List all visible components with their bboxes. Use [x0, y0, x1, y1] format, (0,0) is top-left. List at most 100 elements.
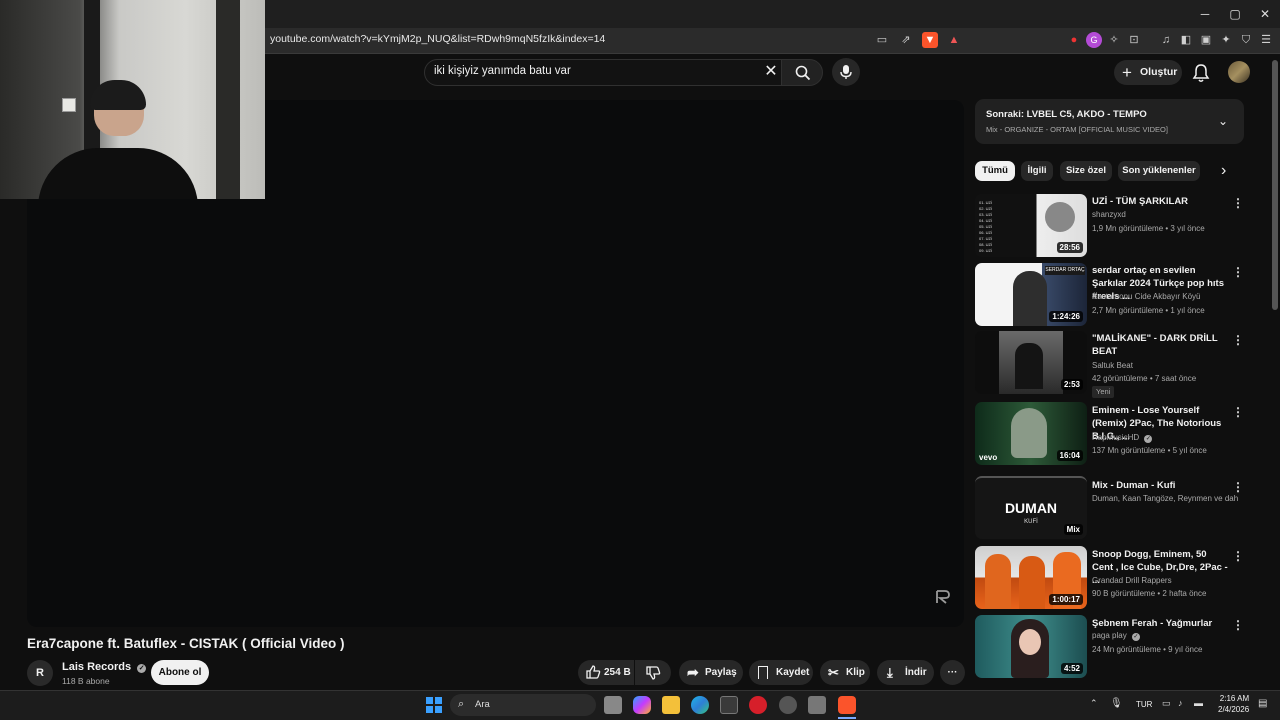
next-up-text: Sonraki: LVBEL C5, AKDO - TEMPO	[986, 109, 1147, 120]
chip-for-you[interactable]: Size özel	[1060, 161, 1112, 181]
extension-icon[interactable]: G	[1086, 32, 1102, 48]
more-vert-icon[interactable]: ⋮	[1232, 196, 1244, 210]
notification-center-icon[interactable]: ▤	[1258, 698, 1267, 709]
channel-avatar[interactable]: R	[27, 660, 53, 686]
playlist-next-card[interactable]	[975, 99, 1244, 144]
voice-search-button[interactable]	[832, 58, 860, 86]
subscribe-button[interactable]: Abone ol	[151, 660, 209, 685]
next-up-subtitle: Mix - ORGANIZE - ORTAM [OFFICIAL MUSIC V…	[986, 125, 1168, 134]
network-icon[interactable]: ▭	[1162, 698, 1171, 709]
account-avatar[interactable]	[1228, 61, 1250, 83]
video-title-link[interactable]: UZİ - TÜM ŞARKILAR	[1092, 195, 1228, 208]
chevron-down-icon[interactable]: ⌄	[1218, 114, 1232, 128]
download-button[interactable]: ⤓ İndir	[877, 660, 934, 685]
video-duration: 2:53	[1060, 379, 1083, 390]
video-channel[interactable]: shanzyxd	[1092, 210, 1126, 219]
like-count: 254 B	[604, 667, 631, 678]
chip-all[interactable]: Tümü	[975, 161, 1015, 181]
vevo-logo: vevo	[979, 453, 998, 462]
leo-icon[interactable]: ✦	[1218, 32, 1234, 48]
store-icon[interactable]	[720, 696, 738, 714]
vpn-icon[interactable]: ⛉	[1238, 32, 1254, 48]
more-actions-button[interactable]: ···	[940, 660, 965, 685]
maximize-icon[interactable]: ▢	[1220, 4, 1250, 24]
share-icon: ➦	[687, 664, 699, 680]
save-button[interactable]: Kaydet	[749, 660, 813, 685]
volume-icon[interactable]: ♪	[1178, 698, 1183, 708]
video-channel[interactable]: Saltuk Beat	[1092, 361, 1133, 370]
copilot-icon[interactable]	[633, 696, 651, 714]
video-thumbnail[interactable]: vevo 16:04	[975, 402, 1087, 465]
video-channel[interactable]: Kastamonu Cide Akbayır Köyü	[1092, 292, 1201, 301]
more-vert-icon[interactable]: ⋮	[1232, 480, 1244, 494]
video-thumbnail[interactable]: 01. UZİ 02. UZİ 03. UZİ 04. UZİ 05. UZİ 06. U…	[975, 194, 1087, 257]
share-page-icon[interactable]: ⇗	[898, 32, 914, 48]
verified-icon: ✓	[1131, 633, 1140, 641]
task-view-icon[interactable]	[604, 696, 622, 714]
search-icon	[795, 65, 811, 81]
menu-icon[interactable]: ☰	[1258, 32, 1274, 48]
video-thumbnail[interactable]: 1:00:17	[975, 546, 1087, 609]
video-channel[interactable]: RapMusicHD ✓	[1092, 433, 1153, 443]
clip-button[interactable]: ✂ Klip	[820, 660, 870, 685]
brave-icon[interactable]	[838, 696, 856, 714]
more-vert-icon[interactable]: ⋮	[1232, 549, 1244, 563]
taskbar-search[interactable]: ⌕	[450, 694, 596, 716]
chevron-right-icon[interactable]: ›	[1221, 162, 1226, 180]
opera-icon[interactable]	[749, 696, 767, 714]
search-query[interactable]: iki kişiyiz yanımda batu var	[434, 65, 571, 77]
scrollbar[interactable]	[1272, 60, 1278, 310]
close-window-icon[interactable]: ✕	[1250, 4, 1280, 24]
more-vert-icon[interactable]: ⋮	[1232, 333, 1244, 347]
brave-shield-icon[interactable]: ▼	[922, 32, 938, 48]
sidebar-icon[interactable]: ◧	[1178, 32, 1194, 48]
video-thumbnail[interactable]: 2:53	[975, 331, 1087, 394]
tray-chevron-icon[interactable]: ⌃	[1090, 698, 1098, 709]
dislike-button[interactable]	[635, 660, 671, 685]
more-vert-icon[interactable]: ⋮	[1232, 265, 1244, 279]
reader-icon[interactable]: ▭	[874, 32, 890, 48]
verified-icon: ✓	[1144, 435, 1153, 443]
video-title-link[interactable]: Şebnem Ferah - Yağmurlar	[1092, 617, 1228, 630]
url-text[interactable]: youtube.com/watch?v=kYmjM2p_NUQ&list=RDw…	[270, 33, 605, 45]
video-thumbnail[interactable]: SERDAR ORTAÇ 1:24:26	[975, 263, 1087, 326]
file-explorer-icon[interactable]	[662, 696, 680, 714]
minimize-icon[interactable]: ─	[1190, 4, 1220, 24]
video-channel[interactable]: Duman, Kaan Tangöze, Reynmen ve dah...	[1092, 494, 1238, 503]
like-button[interactable]: 254 B	[578, 660, 634, 685]
battery-icon[interactable]: ▬	[1194, 698, 1203, 708]
clock-time: 2:16 AM	[1219, 694, 1250, 703]
clear-search-icon[interactable]: ✕	[761, 62, 781, 82]
share-label: Paylaş	[705, 667, 737, 678]
video-channel[interactable]: Grandad Drill Rappers	[1092, 576, 1172, 585]
more-vert-icon[interactable]: ⋮	[1232, 618, 1244, 632]
more-vert-icon[interactable]: ⋮	[1232, 405, 1244, 419]
video-channel[interactable]: paga play ✓	[1092, 631, 1140, 641]
video-title-link[interactable]: Mix - Duman - Kufi	[1092, 479, 1228, 492]
music-icon[interactable]: ♫	[1158, 32, 1174, 48]
edge-icon[interactable]	[691, 696, 709, 714]
record-icon[interactable]: ●	[1066, 32, 1082, 48]
channel-name[interactable]: Lais Records ✓	[62, 661, 147, 673]
screenshot-icon[interactable]: ⊡	[1126, 32, 1142, 48]
search-button[interactable]	[781, 59, 823, 86]
steam-icon[interactable]	[779, 696, 797, 714]
chip-recent[interactable]: Son yüklenenler	[1118, 161, 1200, 181]
video-thumbnail[interactable]: 4:52	[975, 615, 1087, 678]
share-button[interactable]: ➦ Paylaş	[679, 660, 743, 685]
language-indicator[interactable]: TUR	[1136, 700, 1152, 709]
video-duration: 16:04	[1056, 450, 1083, 461]
rewards-icon[interactable]: ▲	[946, 32, 962, 48]
video-thumbnail[interactable]: DUMAN KUFİ Mix	[975, 476, 1087, 539]
notifications-button[interactable]	[1190, 62, 1212, 84]
tray-mic-icon[interactable]: 🎙	[1110, 698, 1123, 709]
wallet-icon[interactable]: ▣	[1198, 32, 1214, 48]
clock[interactable]: 2:16 AM 2/4/2026	[1218, 693, 1249, 715]
video-title-link[interactable]: "MALİKANE" - DARK DRİLL BEAT	[1092, 332, 1228, 358]
windows-start-icon[interactable]	[426, 697, 442, 713]
chip-related[interactable]: İlgili	[1021, 161, 1053, 181]
puzzle-icon[interactable]: ✧	[1106, 32, 1122, 48]
video-meta: 42 görüntüleme • 7 saat önce	[1092, 374, 1197, 383]
create-button[interactable]: + Oluştur	[1114, 60, 1182, 85]
app-icon[interactable]	[808, 696, 826, 714]
